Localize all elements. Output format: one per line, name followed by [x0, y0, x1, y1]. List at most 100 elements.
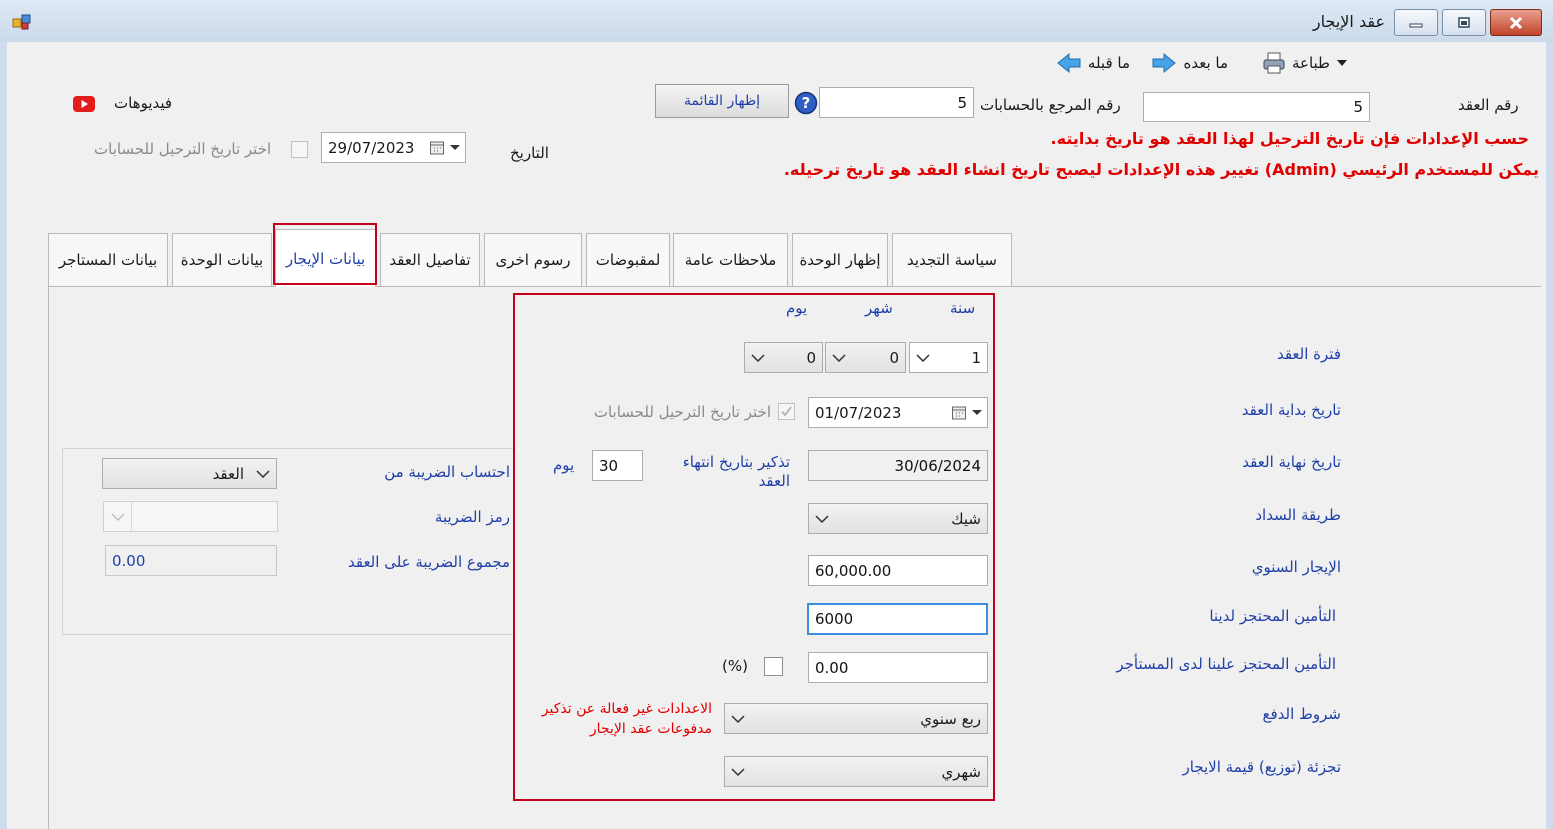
tab-receipts[interactable]: لمقبوضات [586, 233, 670, 286]
tax-calc-from-value: العقد [212, 464, 244, 483]
tab-renewal-policy[interactable]: سياسة التجديد [892, 233, 1012, 286]
app-icon [12, 14, 31, 30]
ref-number-label: رقم المرجع بالحسابات [980, 96, 1121, 114]
start-date-value: 01/07/2023 [815, 403, 902, 422]
contract-number-input[interactable]: 5 [1143, 92, 1370, 122]
tax-code-label: رمز الضريبة [434, 508, 510, 526]
rent-split-value: شهري [941, 762, 982, 781]
restore-icon [1458, 16, 1470, 28]
arrow-left-icon [1057, 52, 1081, 74]
posting-date-checkbox[interactable] [291, 141, 308, 158]
tax-total-field: 0.00 [105, 545, 277, 576]
period-months-combo[interactable]: 0 [825, 342, 906, 373]
videos-label[interactable]: فيديوهات [114, 94, 172, 112]
start-date-picker[interactable]: 01/07/2023 [808, 397, 988, 428]
date-value: 29/07/2023 [328, 138, 415, 157]
start-posting-checkbox[interactable] [778, 403, 795, 420]
start-posting-checkbox-label: اختر تاريخ الترحيل للحسابات [593, 403, 771, 421]
previous-label: ما قبله [1087, 54, 1130, 72]
payment-terms-note: الاعدادات غير فعالة عن تذكير مدفوعات عقد… [541, 701, 712, 737]
printer-icon [1263, 52, 1285, 74]
chevron-down-icon [731, 767, 745, 776]
calendar-icon[interactable] [951, 405, 967, 421]
payment-method-combo[interactable]: شيك [808, 503, 988, 534]
payment-method-label: طريقة السداد [1255, 506, 1341, 524]
date-picker[interactable]: 29/07/2023 [321, 132, 466, 163]
chevron-down-icon [815, 514, 829, 523]
close-icon [1509, 16, 1523, 29]
youtube-icon[interactable] [72, 95, 96, 113]
print-label: طباعة [1291, 54, 1330, 72]
arrow-right-icon [1152, 52, 1177, 74]
print-menu[interactable]: طباعة [1248, 50, 1348, 76]
previous-button[interactable]: ما قبله [1048, 50, 1130, 76]
tab-unit-data[interactable]: بيانات الوحدة [172, 233, 272, 286]
chevron-down-icon[interactable] [967, 408, 987, 418]
period-year-header: سنة [950, 299, 976, 317]
payment-terms-combo[interactable]: ربع سنوي [724, 703, 988, 734]
period-days-combo[interactable]: 0 [744, 342, 823, 373]
reminder-days-input[interactable]: 30 [592, 450, 643, 481]
deposit-percent-checkbox[interactable] [764, 657, 783, 676]
contract-period-label: فترة العقد [1276, 345, 1341, 363]
help-icon[interactable]: ? [794, 91, 818, 115]
show-list-button[interactable]: إظهار القائمة [655, 84, 789, 118]
period-months-value: 0 [889, 348, 899, 367]
deposit-held-label: التأمين المحتجز لدينا [1209, 607, 1336, 625]
end-date-field: 30/06/2024 [808, 450, 988, 481]
minimize-button[interactable] [1394, 9, 1438, 36]
tab-tenant-data[interactable]: بيانات المستاجر [48, 233, 168, 286]
rent-split-label: تجزئة (توزيع) قيمة الايجار [1182, 758, 1342, 776]
window-title: عقد الإيجار [1312, 12, 1385, 31]
tab-rent-data[interactable]: بيانات الإيجار [275, 229, 376, 287]
chevron-down-icon [916, 353, 930, 362]
annual-rent-label: الإيجار السنوي [1251, 558, 1341, 576]
contract-number-label: رقم العقد [1458, 96, 1519, 114]
chevron-down-icon [832, 353, 846, 362]
start-date-label: تاريخ بداية العقد [1241, 401, 1341, 419]
deposit-tenant-label: التأمين المحتجز علينا لدى المستأجر [1116, 655, 1336, 673]
reminder-label: تذكير بتاريخ انتهاء العقد [682, 453, 790, 490]
posting-notice-line1: حسب الإعدادات فإن تاريخ الترحيل لهذا الع… [1050, 129, 1529, 148]
checkmark-icon [781, 406, 792, 417]
chevron-down-icon [731, 714, 745, 723]
tab-show-unit[interactable]: إظهار الوحدة [792, 233, 888, 286]
annual-rent-input[interactable]: 60,000.00 [808, 555, 988, 586]
chevron-down-icon [1337, 60, 1347, 66]
tax-calc-from-label: احتساب الضريبة من [384, 463, 510, 481]
payment-method-value: شيك [951, 509, 981, 528]
tax-code-combo[interactable] [103, 501, 278, 532]
svg-text:?: ? [802, 94, 811, 112]
deposit-tenant-input[interactable]: 0.00 [808, 652, 988, 683]
reminder-unit-label: يوم [553, 456, 575, 474]
close-button[interactable] [1490, 9, 1542, 36]
tab-other-fees[interactable]: رسوم اخرى [484, 233, 582, 286]
tax-calc-from-combo[interactable]: العقد [102, 458, 277, 489]
payment-terms-label: شروط الدفع [1262, 705, 1342, 723]
chevron-down-icon[interactable] [445, 143, 465, 153]
chevron-down-icon [256, 469, 270, 478]
minimize-icon [1409, 23, 1423, 27]
chevron-down-icon [751, 353, 765, 362]
date-label: التاريخ [510, 144, 549, 162]
tab-general-notes[interactable]: ملاحظات عامة [673, 233, 788, 286]
deposit-held-input[interactable]: 6000 [807, 603, 988, 635]
maximize-button[interactable] [1442, 9, 1486, 36]
posting-date-checkbox-label: اختر تاريخ الترحيل للحسابات [94, 140, 272, 158]
ref-number-input[interactable]: 5 [819, 87, 974, 118]
rent-split-combo[interactable]: شهري [724, 756, 988, 787]
tax-total-label: مجموع الضريبة على العقد [347, 553, 510, 571]
period-day-header: يوم [786, 299, 808, 317]
calendar-icon[interactable] [429, 140, 445, 156]
posting-notice-line2: يمكن للمستخدم الرئيسي (Admin) تغيير هذه … [783, 160, 1539, 179]
payment-terms-value: ربع سنوي [920, 709, 981, 728]
period-days-value: 0 [806, 348, 816, 367]
next-label: ما بعده [1183, 54, 1228, 72]
tab-contract-details[interactable]: تفاصيل العقد [380, 233, 480, 286]
period-years-value: 1 [971, 348, 981, 367]
chevron-down-icon [110, 512, 125, 521]
end-date-label: تاريخ نهاية العقد [1242, 453, 1341, 471]
period-years-combo[interactable]: 1 [909, 342, 988, 373]
next-button[interactable]: ما بعده [1144, 50, 1228, 76]
deposit-percent-label: (%) [722, 657, 748, 675]
